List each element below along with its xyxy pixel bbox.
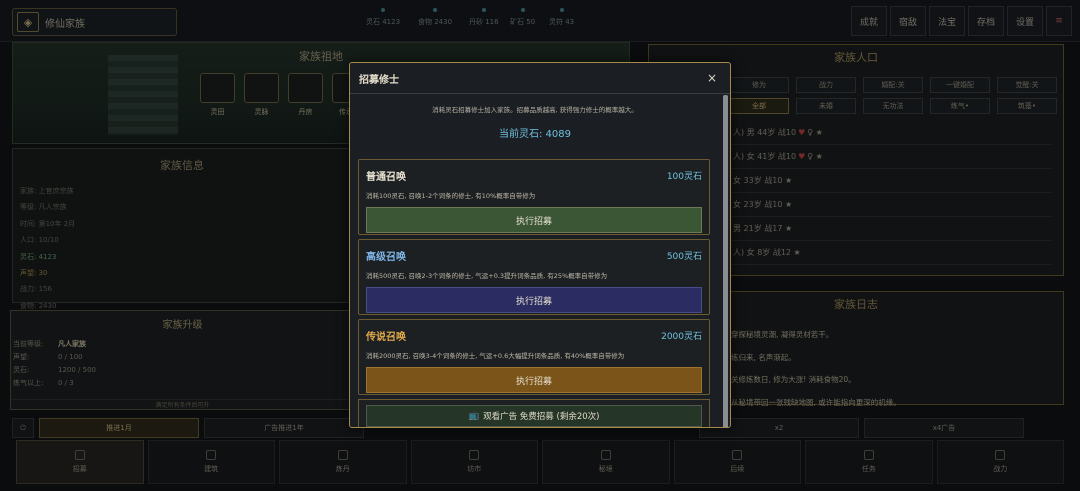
modal-description: 消耗灵石招募修士加入家族。招募品质越高, 获得强力修士的概率越大。: [432, 106, 638, 114]
recruit-card-normal: 普通召唤 100灵石 消耗100灵石, 召唤1-2个词条的修士, 有10%概率自…: [358, 159, 710, 235]
recruit-advanced-button[interactable]: 执行招募: [366, 287, 702, 313]
card-description: 消耗500灵石, 召唤2-3个词条的修士, 气运+0.3提升词条品质, 有25%…: [366, 272, 608, 280]
ad-button-label: 观看广告 免费招募 (剩余20次): [483, 412, 600, 422]
card-cost: 500灵石: [666, 252, 702, 262]
modal-body: 消耗灵石招募修士加入家族。招募品质越高, 获得强力修士的概率越大。 当前灵石: …: [350, 95, 720, 427]
recruit-legendary-button[interactable]: 执行招募: [366, 367, 702, 393]
modal-title: 招募修士: [359, 74, 399, 86]
card-description: 消耗100灵石, 召唤1-2个词条的修士, 有10%概率自带修为: [366, 192, 536, 200]
card-cost: 100灵石: [666, 172, 702, 182]
recruit-card-legendary: 传说召唤 2000灵石 消耗2000灵石, 召唤3-4个词条的修士, 气运+0.…: [358, 319, 710, 395]
recruit-card-advanced: 高级召唤 500灵石 消耗500灵石, 召唤2-3个词条的修士, 气运+0.3提…: [358, 239, 710, 315]
modal-scrollbar[interactable]: [723, 95, 728, 427]
recruit-normal-button[interactable]: 执行招募: [366, 207, 702, 233]
close-icon[interactable]: ×: [707, 71, 717, 85]
card-description: 消耗2000灵石, 召唤3-4个词条的修士, 气运+0.6大幅提升词条品质, 有…: [366, 352, 625, 360]
card-title: 传说召唤: [366, 332, 406, 343]
tv-icon: 📺: [468, 411, 480, 421]
game-screen: ◈ 修仙家族 灵石 4123 食物 2430 丹砂 116 矿石 50 灵符 4…: [0, 0, 1080, 491]
current-spirit-stone: 当前灵石: 4089: [499, 129, 571, 140]
scrollbar-thumb[interactable]: [723, 95, 728, 427]
card-title: 普通召唤: [366, 172, 406, 183]
ad-recruit-card: 📺 观看广告 免费招募 (剩余20次): [358, 399, 710, 427]
card-cost: 2000灵石: [661, 332, 702, 342]
card-title: 高级召唤: [366, 252, 406, 263]
watch-ad-recruit-button[interactable]: 📺 观看广告 免费招募 (剩余20次): [366, 405, 702, 427]
recruit-modal: 招募修士 × 消耗灵石招募修士加入家族。招募品质越高, 获得强力修士的概率越大。…: [349, 62, 731, 428]
